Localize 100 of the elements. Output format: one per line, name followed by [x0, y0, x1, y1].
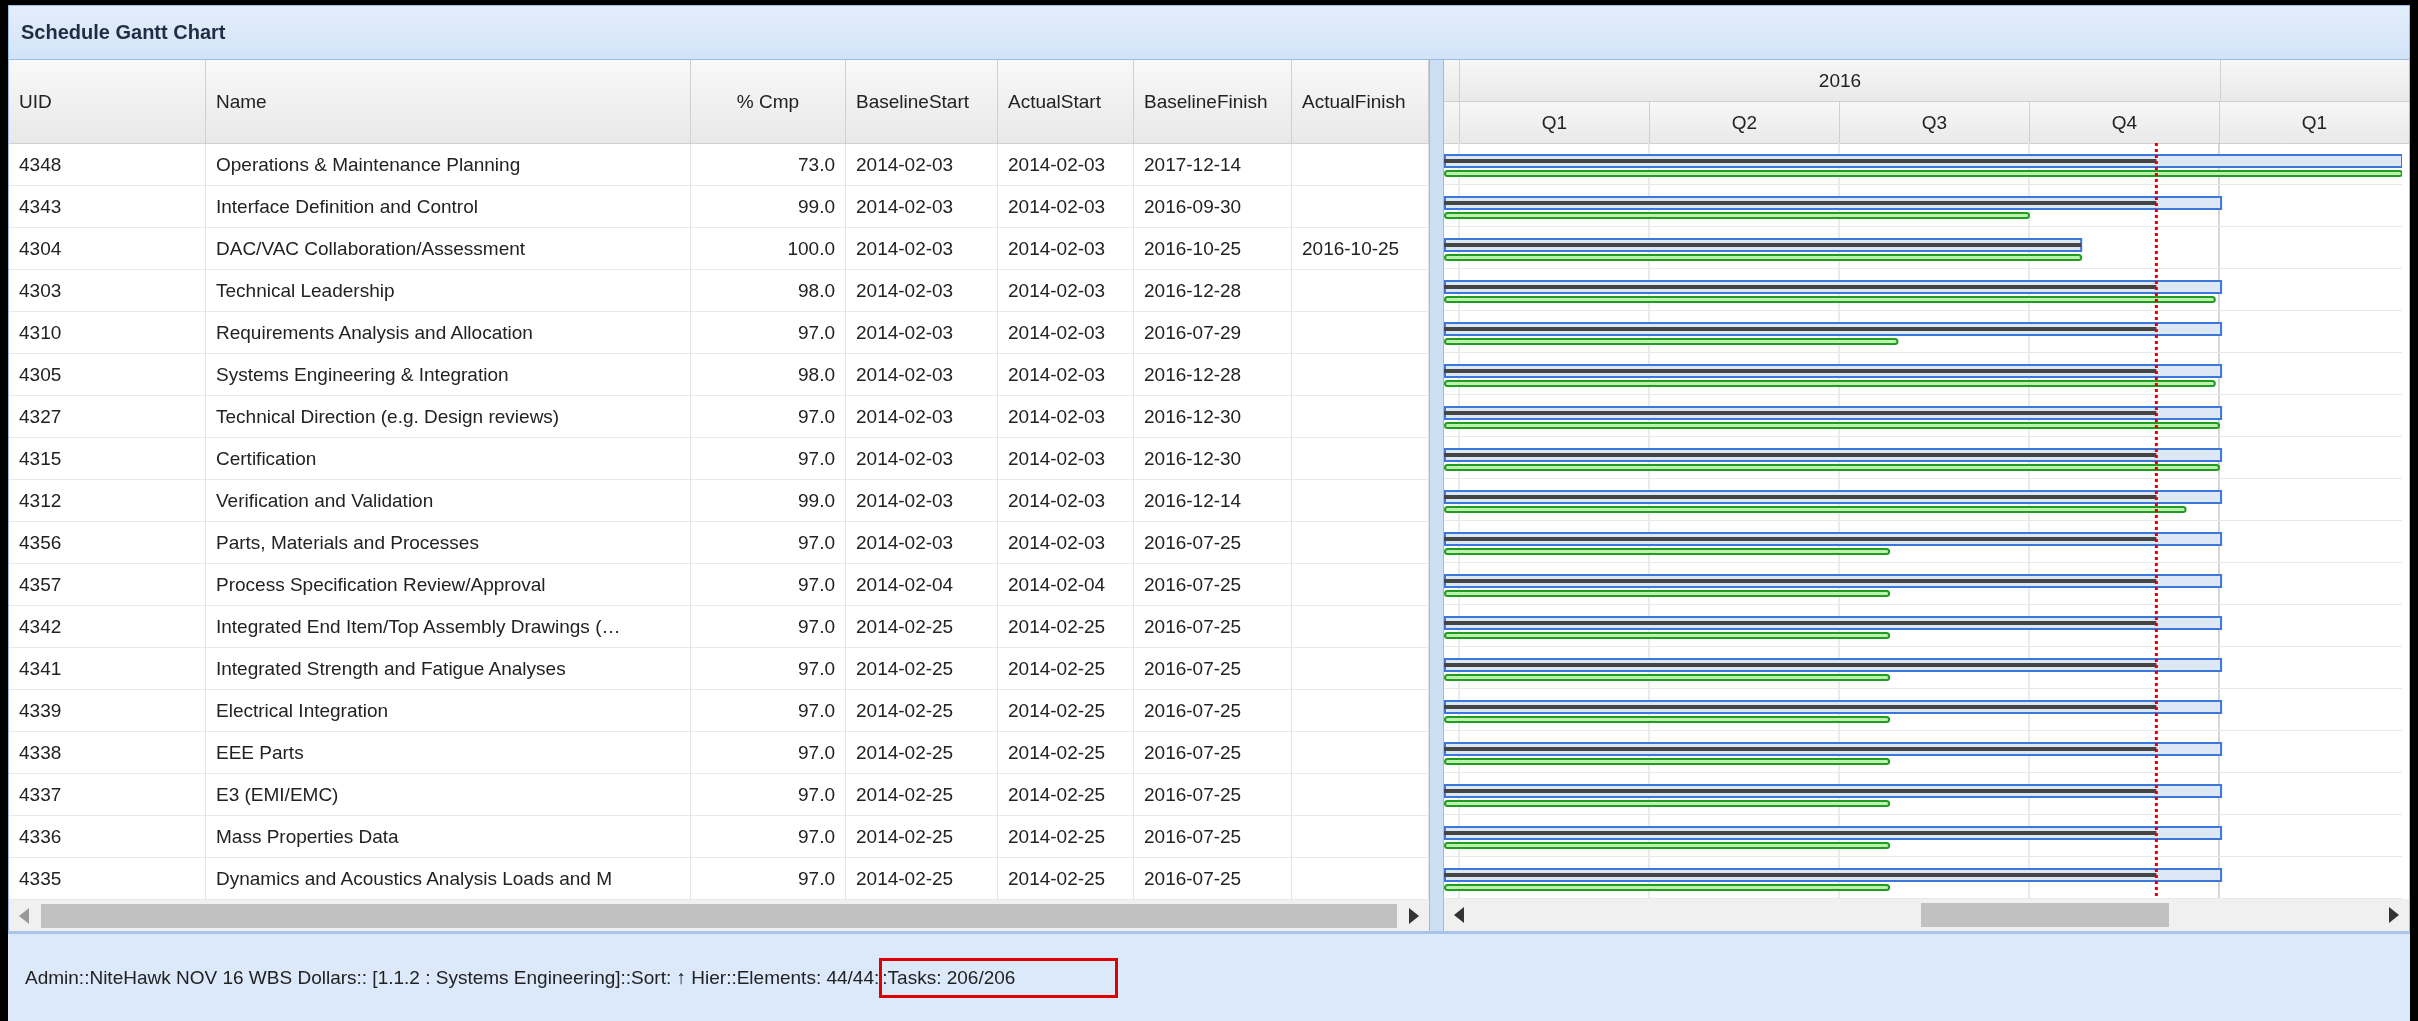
- table-cell: 97.0: [691, 564, 846, 605]
- table-cell: 2014-02-03: [998, 270, 1134, 311]
- table-cell: 2014-02-03: [846, 354, 998, 395]
- quarter-header: Q1: [1460, 102, 1650, 143]
- table-cell: 2014-02-25: [998, 858, 1134, 899]
- table-cell: 4335: [9, 858, 206, 899]
- table-cell: 2014-02-03: [998, 522, 1134, 563]
- table-cell: Mass Properties Data: [206, 816, 691, 857]
- table-cell: 2014-02-03: [998, 186, 1134, 227]
- table-cell: 4327: [9, 396, 206, 437]
- table-cell: 4342: [9, 606, 206, 647]
- table-cell: Interface Definition and Control: [206, 186, 691, 227]
- table-cell: 2016-07-25: [1134, 564, 1292, 605]
- table-cell: Integrated Strength and Fatigue Analyses: [206, 648, 691, 689]
- table-cell: 4310: [9, 312, 206, 353]
- table-cell: 2014-02-03: [998, 480, 1134, 521]
- table-cell: 2014-02-25: [846, 816, 998, 857]
- table-cell: 97.0: [691, 690, 846, 731]
- table-cell: Process Specification Review/Approval: [206, 564, 691, 605]
- table-cell: 2014-02-03: [846, 480, 998, 521]
- table-cell: 2014-02-03: [846, 186, 998, 227]
- table-cell: Parts, Materials and Processes: [206, 522, 691, 563]
- table-cell: 100.0: [691, 228, 846, 269]
- table-cell: E3 (EMI/EMC): [206, 774, 691, 815]
- table-cell: 2014-02-03: [998, 438, 1134, 479]
- table-cell: 2016-12-14: [1134, 480, 1292, 521]
- table-cell: 97.0: [691, 732, 846, 773]
- table-cell: 97.0: [691, 648, 846, 689]
- table-cell: 97.0: [691, 816, 846, 857]
- table-cell: Systems Engineering & Integration: [206, 354, 691, 395]
- table-cell: 2014-02-03: [998, 396, 1134, 437]
- table-cell: 99.0: [691, 480, 846, 521]
- table-cell: EEE Parts: [206, 732, 691, 773]
- status-text: Admin::NiteHawk NOV 16 WBS Dollars:: [1.1.2 : Systems Engineering]::Sort: ↑ Hier::Elements: 44/44:: [24, 965, 881, 990]
- table-cell: 2016-07-25: [1134, 774, 1292, 815]
- table-cell: 2014-02-03: [846, 312, 998, 353]
- table-cell: 2016-09-30: [1134, 186, 1292, 227]
- table-cell: 4348: [9, 144, 206, 185]
- table-cell: 2014-02-25: [998, 690, 1134, 731]
- table-cell: Technical Direction (e.g. Design reviews): [206, 396, 691, 437]
- table-cell: 2014-02-04: [846, 564, 998, 605]
- table-cell: 2014-02-03: [998, 228, 1134, 269]
- table-cell: 2016-12-28: [1134, 354, 1292, 395]
- table-cell: 99.0: [691, 186, 846, 227]
- table-cell: 97.0: [691, 606, 846, 647]
- table-cell: 2016-07-25: [1134, 732, 1292, 773]
- table-cell: 2014-02-25: [846, 606, 998, 647]
- table-cell: 2014-02-03: [846, 228, 998, 269]
- table-cell: 4312: [9, 480, 206, 521]
- table-cell: 2014-02-25: [998, 816, 1134, 857]
- table-cell: Integrated End Item/Top Assembly Drawings (…: [206, 606, 691, 647]
- table-cell: 2014-02-25: [998, 648, 1134, 689]
- table-cell: 97.0: [691, 312, 846, 353]
- panel-title: Schedule Gantt Chart: [8, 5, 2410, 60]
- table-cell: Verification and Validation: [206, 480, 691, 521]
- table-cell: 2016-07-29: [1134, 312, 1292, 353]
- table-cell: 4337: [9, 774, 206, 815]
- table-cell: 4343: [9, 186, 206, 227]
- table-cell: 4303: [9, 270, 206, 311]
- table-cell: 2014-02-03: [846, 396, 998, 437]
- table-cell: 2017-12-14: [1134, 144, 1292, 185]
- table-cell: 2014-02-25: [998, 606, 1134, 647]
- table-cell: 2016-10-25: [1134, 228, 1292, 269]
- table-cell: 97.0: [691, 858, 846, 899]
- table-cell: 97.0: [691, 438, 846, 479]
- table-cell: 2016-07-25: [1134, 648, 1292, 689]
- table-cell: 73.0: [691, 144, 846, 185]
- table-cell: 2014-02-03: [846, 270, 998, 311]
- table-cell: Dynamics and Acoustics Analysis Loads and M: [206, 858, 691, 899]
- year-header: 2016: [1460, 60, 2221, 101]
- table-cell: 4304: [9, 228, 206, 269]
- table-cell: Electrical Integration: [206, 690, 691, 731]
- quarter-header: Q3: [1840, 102, 2030, 143]
- table-cell: 2016-07-25: [1134, 606, 1292, 647]
- table-cell: 2014-02-03: [998, 144, 1134, 185]
- table-cell: Requirements Analysis and Allocation: [206, 312, 691, 353]
- table-cell: 97.0: [691, 774, 846, 815]
- table-cell: DAC/VAC Collaboration/Assessment: [206, 228, 691, 269]
- table-cell: Certification: [206, 438, 691, 479]
- table-cell: 4339: [9, 690, 206, 731]
- table-cell: 2014-02-03: [998, 312, 1134, 353]
- table-cell: 2014-02-25: [846, 648, 998, 689]
- table-cell: 2014-02-25: [846, 774, 998, 815]
- table-cell: 2016-07-25: [1134, 690, 1292, 731]
- table-cell: 4336: [9, 816, 206, 857]
- table-cell: 2016-07-25: [1134, 858, 1292, 899]
- table-cell: 4357: [9, 564, 206, 605]
- status-text: :Tasks: 206/206: [879, 957, 1119, 998]
- table-cell: 4338: [9, 732, 206, 773]
- table-cell: 2014-02-25: [998, 774, 1134, 815]
- table-cell: 2014-02-25: [846, 690, 998, 731]
- table-cell: 2014-02-25: [998, 732, 1134, 773]
- table-cell: 2014-02-25: [846, 732, 998, 773]
- table-cell: 2016-07-25: [1134, 522, 1292, 563]
- quarter-header: Q1: [2220, 102, 2409, 143]
- table-cell: 2014-02-03: [846, 144, 998, 185]
- table-cell: 2016-12-30: [1134, 438, 1292, 479]
- table-cell: 2014-02-03: [998, 354, 1134, 395]
- table-cell: 4356: [9, 522, 206, 563]
- table-cell: 98.0: [691, 354, 846, 395]
